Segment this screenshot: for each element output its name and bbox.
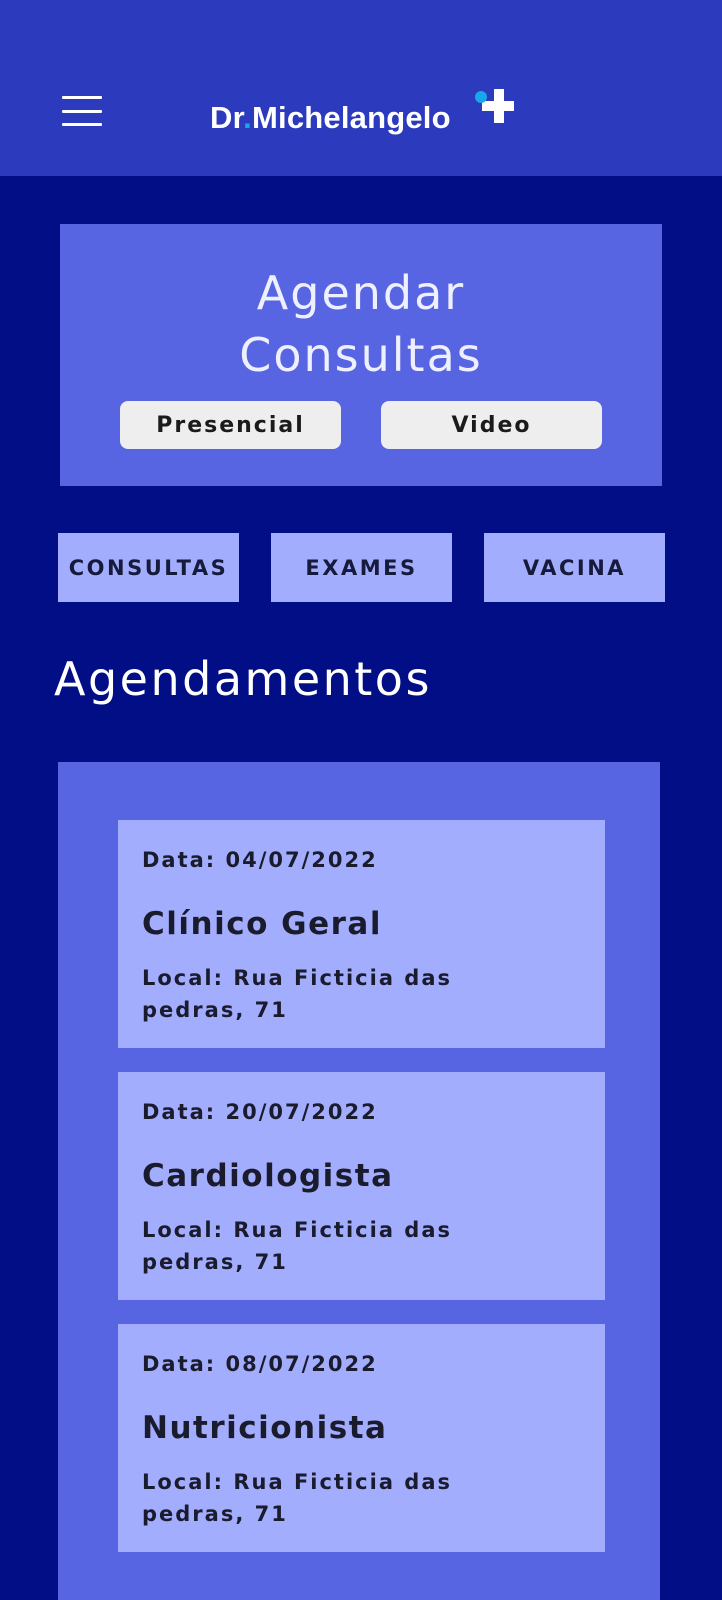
app-logo: Dr.Michelangelo [210, 100, 451, 144]
appointments-list: Data: 04/07/2022 Clínico Geral Local: Ru… [58, 762, 660, 1600]
schedule-appointment-card: Agendar Consultas Presencial Video [60, 224, 662, 486]
schedule-title-line1: Agendar [256, 266, 466, 320]
appointments-heading: Agendamentos [54, 652, 432, 706]
appointment-date: Data: 08/07/2022 [142, 1352, 378, 1376]
vacina-category-button[interactable]: VACINA [484, 533, 665, 602]
schedule-title: Agendar Consultas [60, 262, 662, 386]
app-bar: Dr.Michelangelo [0, 0, 722, 176]
logo-text-suffix: Michelangelo [251, 100, 451, 135]
appointment-card[interactable]: Data: 20/07/2022 Cardiologista Local: Ru… [118, 1072, 605, 1300]
appointment-date: Data: 04/07/2022 [142, 848, 378, 872]
appointment-card[interactable]: Data: 04/07/2022 Clínico Geral Local: Ru… [118, 820, 605, 1048]
consultas-category-button[interactable]: CONSULTAS [58, 533, 239, 602]
hamburger-menu-icon[interactable] [62, 96, 102, 126]
logo-text-prefix: Dr [210, 100, 244, 135]
video-button[interactable]: Video [381, 401, 602, 449]
appointment-date: Data: 20/07/2022 [142, 1100, 378, 1124]
exames-category-button[interactable]: EXAMES [271, 533, 452, 602]
logo-dot: . [243, 100, 252, 135]
appointment-location: Local: Rua Ficticia das pedras, 71 [142, 1470, 452, 1526]
appointment-specialty: Clínico Geral [142, 906, 382, 942]
appointment-card[interactable]: Data: 08/07/2022 Nutricionista Local: Ru… [118, 1324, 605, 1552]
appointment-specialty: Cardiologista [142, 1158, 394, 1194]
appointment-location: Local: Rua Ficticia das pedras, 71 [142, 1218, 452, 1274]
appointment-specialty: Nutricionista [142, 1410, 388, 1446]
schedule-title-line2: Consultas [239, 328, 483, 382]
medical-cross-icon [475, 89, 514, 123]
appointment-location: Local: Rua Ficticia das pedras, 71 [142, 966, 452, 1022]
presencial-button[interactable]: Presencial [120, 401, 341, 449]
app-screen: Dr.Michelangelo Agendar Consultas Presen… [0, 0, 722, 1600]
